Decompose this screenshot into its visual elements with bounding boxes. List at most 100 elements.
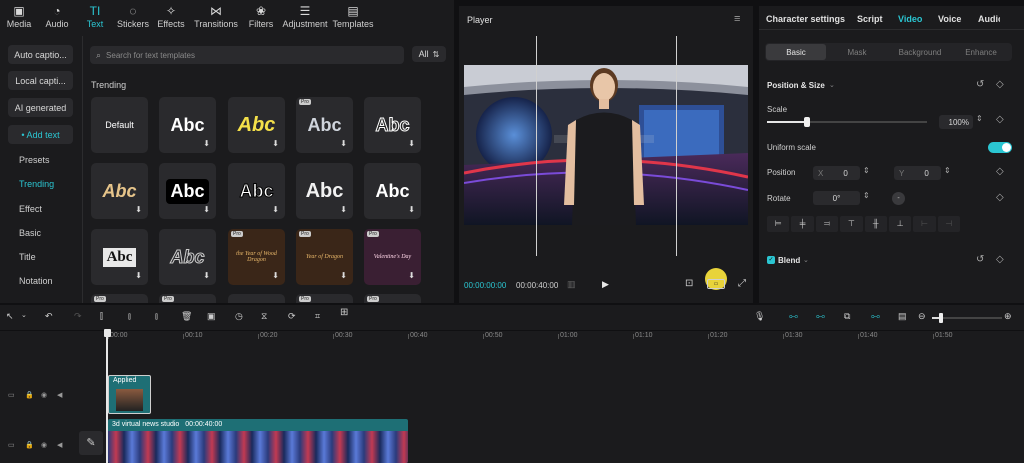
video-preview[interactable] (464, 65, 748, 225)
subtab-mask[interactable]: Mask (827, 44, 887, 60)
fullscreen-icon[interactable]: ⤢ (738, 278, 746, 289)
reverse-icon[interactable]: ◷ (235, 311, 243, 322)
template-tile[interactable]: Abc ⬇ (159, 163, 216, 219)
undo-icon[interactable]: ↶ (45, 311, 53, 322)
download-icon[interactable]: ⬇ (272, 205, 279, 214)
eye-icon[interactable]: ◉ (41, 441, 47, 449)
distribute-h-icon[interactable]: ⊢ (913, 216, 936, 232)
tab-script[interactable]: Script (857, 14, 883, 24)
pro-tool-icon[interactable]: ⊞ (340, 307, 348, 318)
zoom-out-icon[interactable]: ⊖ (918, 311, 926, 322)
overlay-clip[interactable]: Applied (108, 375, 151, 414)
template-tile[interactable]: the Year of Wood Dragon Pro ⬇ (228, 229, 285, 285)
track-cover-icon[interactable]: ▭ (8, 441, 15, 449)
local-captions-button[interactable]: Local capti... (8, 71, 73, 90)
chevron-down-icon[interactable]: ⌄ (803, 256, 809, 264)
crop-guide-left[interactable] (536, 36, 537, 256)
template-tile-partial[interactable]: Pro (364, 294, 421, 303)
uniform-scale-toggle[interactable] (988, 142, 1012, 153)
zoom-slider-handle[interactable] (939, 313, 943, 323)
tab-templates[interactable]: ▤ Templates (330, 4, 376, 34)
distribute-v-icon[interactable]: ⊣ (937, 216, 960, 232)
edit-cover-icon[interactable]: ✎ (79, 431, 103, 455)
ai-generated-button[interactable]: AI generated (8, 98, 73, 117)
sidebar-item-title[interactable]: Title (19, 252, 36, 262)
crop-guide-right[interactable] (676, 36, 677, 256)
magnet-icon[interactable]: ⧟ (816, 311, 825, 322)
rotate-icon[interactable]: ⟳ (288, 311, 296, 322)
link-main-icon[interactable]: ⧟ (789, 311, 798, 322)
lock-icon[interactable]: 🔒 (25, 391, 34, 399)
rotate-field[interactable]: 0° (813, 191, 860, 205)
split-left-icon[interactable]: ⫾ (128, 311, 131, 322)
microphone-icon[interactable]: 🎙 (754, 311, 765, 322)
template-tile-partial[interactable] (228, 294, 285, 303)
template-tile[interactable]: Abc ⬇ (91, 229, 148, 285)
split-icon[interactable]: ⫿ (100, 311, 103, 322)
add-text-button[interactable]: • Add text (8, 125, 73, 144)
sidebar-item-basic[interactable]: Basic (19, 228, 41, 238)
select-tool-icon[interactable]: ↖ (6, 311, 14, 322)
filter-all-button[interactable]: All ⇅ (412, 46, 446, 62)
preview-axis-icon[interactable]: ⧟ (871, 311, 880, 322)
template-tile[interactable]: Abc ⬇ (228, 163, 285, 219)
download-icon[interactable]: ⬇ (408, 271, 415, 280)
caption-icon[interactable]: ▤ (898, 311, 907, 322)
link-icon[interactable]: ⧉ (844, 311, 850, 322)
tab-audio[interactable]: Audio (978, 14, 1000, 24)
scale-slider-handle[interactable] (804, 117, 810, 127)
download-icon[interactable]: ⬇ (408, 139, 415, 148)
track-cover-icon[interactable]: ▭ (8, 391, 15, 399)
position-y-field[interactable]: Y 0 (894, 166, 941, 180)
delete-icon[interactable]: 🗑 (181, 311, 192, 322)
mirror-icon[interactable]: ⧖ (261, 311, 267, 322)
tab-text[interactable]: TI Text (76, 4, 114, 34)
template-tile[interactable]: Abc ⬇ (228, 97, 285, 153)
time-ruler[interactable]: 00:00 00:10 00:20 00:30 00:40 00:50 01:00 01:10… (0, 331, 1024, 343)
align-left-icon[interactable]: ⊨ (767, 216, 790, 232)
align-top-icon[interactable]: ⊤ (840, 216, 863, 232)
subtab-background[interactable]: Background (889, 44, 951, 60)
crop-icon[interactable]: ⌗ (315, 311, 320, 322)
download-icon[interactable]: ⬇ (203, 271, 210, 280)
download-icon[interactable]: ⬇ (340, 139, 347, 148)
subtab-basic[interactable]: Basic (766, 44, 826, 60)
align-center-icon[interactable]: ╪ (791, 216, 814, 232)
tab-filters[interactable]: ❀ Filters (242, 4, 280, 34)
playhead-handle[interactable] (104, 329, 111, 337)
align-middle-icon[interactable]: ╫ (864, 216, 887, 232)
keyframe-icon[interactable]: ◇ (996, 254, 1004, 265)
tab-audio[interactable]: ◔ Audio (38, 4, 76, 34)
align-right-icon[interactable]: ⫤ (815, 216, 839, 232)
stepper-icon[interactable]: ⇕ (863, 166, 870, 175)
subtab-enhance[interactable]: Enhance (951, 44, 1011, 60)
keyframe-icon[interactable]: ◇ (996, 192, 1004, 203)
template-tile-partial[interactable]: Pro (91, 294, 148, 303)
eye-icon[interactable]: ◉ (41, 391, 47, 399)
tab-adjustment[interactable]: ☰ Adjustment (280, 4, 330, 34)
lock-icon[interactable]: 🔒 (25, 441, 34, 449)
stepper-icon[interactable]: ⇕ (976, 114, 983, 123)
scale-value-field[interactable]: 100% (939, 115, 973, 129)
tab-voice[interactable]: Voice (938, 14, 961, 24)
template-tile[interactable]: Abc ⬇ (296, 163, 353, 219)
chevron-down-icon[interactable]: ⌄ (21, 311, 27, 319)
template-tile[interactable]: Abc ⬇ (159, 97, 216, 153)
template-tile[interactable]: Abc ⬇ (159, 229, 216, 285)
redo-icon[interactable]: ↷ (74, 311, 82, 322)
tab-effects[interactable]: ✧ Effects (152, 4, 190, 34)
download-icon[interactable]: ⬇ (408, 205, 415, 214)
volume-icon[interactable]: ◀ (57, 391, 62, 399)
volume-icon[interactable]: ◀ (57, 441, 62, 449)
play-icon[interactable]: ▶ (602, 279, 609, 290)
sidebar-item-notation[interactable]: Notation (19, 276, 53, 286)
ratio-icon[interactable]: ▭ (707, 279, 725, 289)
zoom-in-icon[interactable]: ⊕ (1004, 311, 1012, 322)
auto-captions-button[interactable]: Auto captio... (8, 45, 73, 64)
download-icon[interactable]: ⬇ (340, 205, 347, 214)
sidebar-item-presets[interactable]: Presets (19, 155, 50, 165)
chevron-down-icon[interactable]: ⌄ (829, 81, 835, 89)
download-icon[interactable]: ⬇ (135, 271, 142, 280)
template-tile[interactable]: Abc ⬇ (91, 163, 148, 219)
keyframe-icon[interactable]: ◇ (996, 114, 1004, 125)
